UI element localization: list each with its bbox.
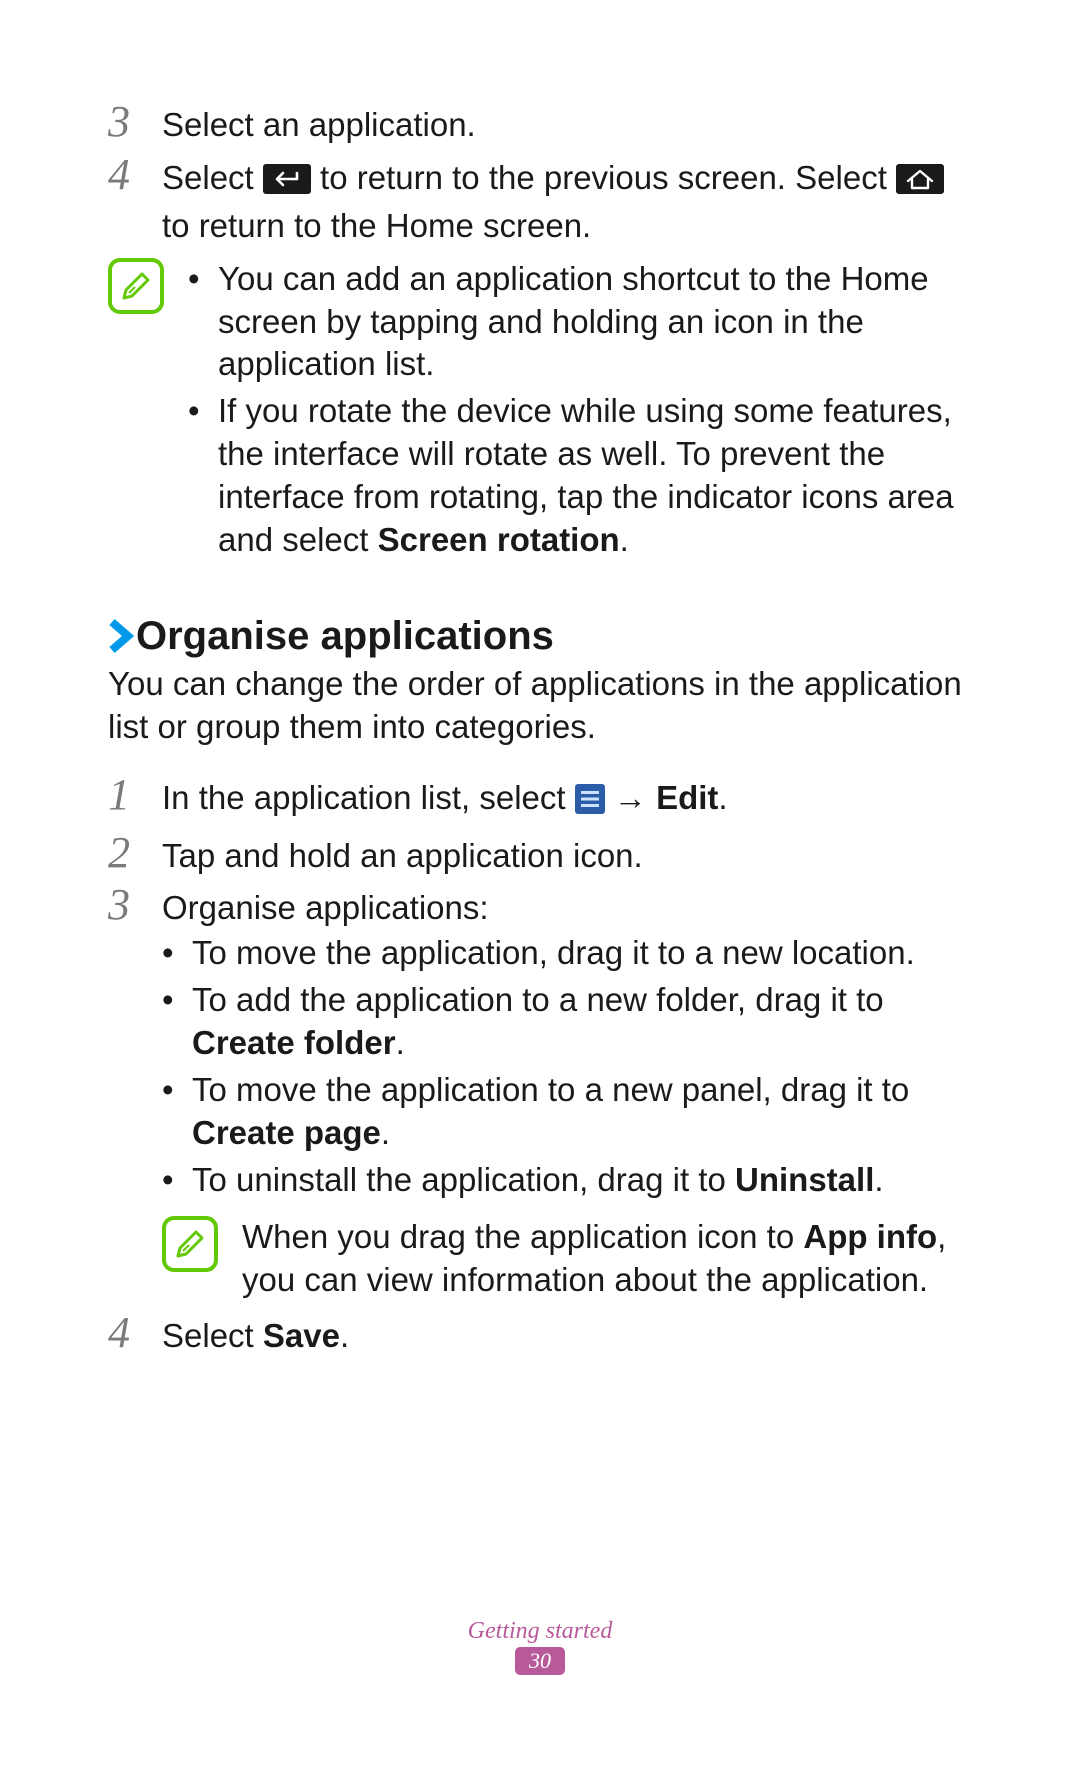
step-3b: 3 Organise applications: • To move the a…: [108, 883, 972, 1205]
bullet-dot: •: [162, 1069, 192, 1112]
back-key-icon: [263, 162, 311, 205]
step-1: 1 In the application list, select → Edit…: [108, 773, 972, 825]
bold-text: Screen rotation: [378, 521, 620, 558]
note-block: • You can add an application shortcut to…: [108, 258, 972, 566]
bold-text: Create page: [192, 1114, 381, 1151]
text-fragment: Select: [162, 159, 263, 196]
text-fragment: .: [620, 521, 629, 558]
bold-text: Uninstall: [735, 1161, 874, 1198]
step-text: In the application list, select → Edit.: [162, 773, 728, 825]
chapter-title: Getting started: [0, 1618, 1080, 1645]
bullet-text: To add the application to a new folder, …: [192, 979, 972, 1065]
bold-text: Create folder: [192, 1024, 396, 1061]
text-fragment: .: [381, 1114, 390, 1151]
step-text: Select to return to the previous screen.…: [162, 153, 972, 248]
step-2: 2 Tap and hold an application icon.: [108, 831, 972, 878]
text-fragment: to return to the Home screen.: [162, 207, 591, 244]
step-4b: 4 Select Save.: [108, 1311, 972, 1358]
note-icon: [162, 1216, 218, 1272]
section-title: Organise applications: [136, 614, 554, 659]
note-bullet: • If you rotate the device while using s…: [188, 390, 972, 562]
bullet-text: To uninstall the application, drag it to…: [192, 1159, 972, 1202]
step-text: Select Save.: [162, 1311, 349, 1358]
text-fragment: .: [396, 1024, 405, 1061]
bold-text: Save: [263, 1317, 340, 1354]
page-footer: Getting started 30: [0, 1618, 1080, 1675]
step-text: Organise applications: • To move the app…: [162, 883, 972, 1205]
bullet-dot: •: [162, 1159, 192, 1202]
sub-bullet: • To move the application, drag it to a …: [162, 932, 972, 975]
step-3: 3 Select an application.: [108, 100, 972, 147]
step-number: 4: [108, 1311, 162, 1355]
text-fragment: In the application list, select: [162, 779, 575, 816]
bullet-dot: •: [162, 932, 192, 975]
sub-bullet: • To uninstall the application, drag it …: [162, 1159, 972, 1202]
note-body: • You can add an application shortcut to…: [188, 258, 972, 566]
sub-bullet: • To add the application to a new folder…: [162, 979, 972, 1065]
section-heading: Organise applications: [108, 614, 972, 659]
bold-text: App info: [803, 1218, 937, 1255]
sub-bullet: • To move the application to a new panel…: [162, 1069, 972, 1155]
text-fragment: →: [605, 779, 656, 816]
note-icon-wrap: [108, 258, 188, 314]
step-number: 1: [108, 773, 162, 817]
home-key-icon: [896, 162, 944, 205]
step-lead: Organise applications:: [162, 887, 972, 930]
bullet-text: To move the application to a new panel, …: [192, 1069, 972, 1155]
note-icon: [108, 258, 164, 314]
manual-page: 3 Select an application. 4 Select to ret…: [0, 0, 1080, 1771]
step-4: 4 Select to return to the previous scree…: [108, 153, 972, 248]
menu-key-icon: [575, 782, 605, 825]
bullet-dot: •: [162, 979, 192, 1022]
note-bullet: • You can add an application shortcut to…: [188, 258, 972, 387]
bullet-text: You can add an application shortcut to t…: [218, 258, 972, 387]
step-number: 3: [108, 883, 162, 927]
section-description: You can change the order of applications…: [108, 663, 972, 749]
text-fragment: .: [718, 779, 727, 816]
bold-text: Edit: [656, 779, 718, 816]
text-fragment: When you drag the application icon to: [242, 1218, 803, 1255]
step-number: 3: [108, 100, 162, 144]
bullet-dot: •: [188, 390, 218, 433]
bullet-text: To move the application, drag it to a ne…: [192, 932, 972, 975]
text-fragment: To move the application to a new panel, …: [192, 1071, 909, 1108]
text-fragment: .: [340, 1317, 349, 1354]
text-fragment: To add the application to a new folder, …: [192, 981, 884, 1018]
step-text: Tap and hold an application icon.: [162, 831, 643, 878]
note-block: When you drag the application icon to Ap…: [162, 1216, 972, 1302]
note-icon-wrap: [162, 1216, 242, 1272]
bullet-dot: •: [188, 258, 218, 301]
text-fragment: to return to the previous screen. Select: [311, 159, 896, 196]
text-fragment: To uninstall the application, drag it to: [192, 1161, 735, 1198]
text-fragment: .: [874, 1161, 883, 1198]
note-body: When you drag the application icon to Ap…: [242, 1216, 972, 1302]
text-fragment: Select: [162, 1317, 263, 1354]
chevron-right-icon: [108, 618, 134, 654]
step-number: 4: [108, 153, 162, 197]
bullet-text: If you rotate the device while using som…: [218, 390, 972, 562]
page-number-badge: 30: [515, 1647, 565, 1675]
step-number: 2: [108, 831, 162, 875]
sub-bullets: • To move the application, drag it to a …: [162, 932, 972, 1201]
step-text: Select an application.: [162, 100, 476, 147]
